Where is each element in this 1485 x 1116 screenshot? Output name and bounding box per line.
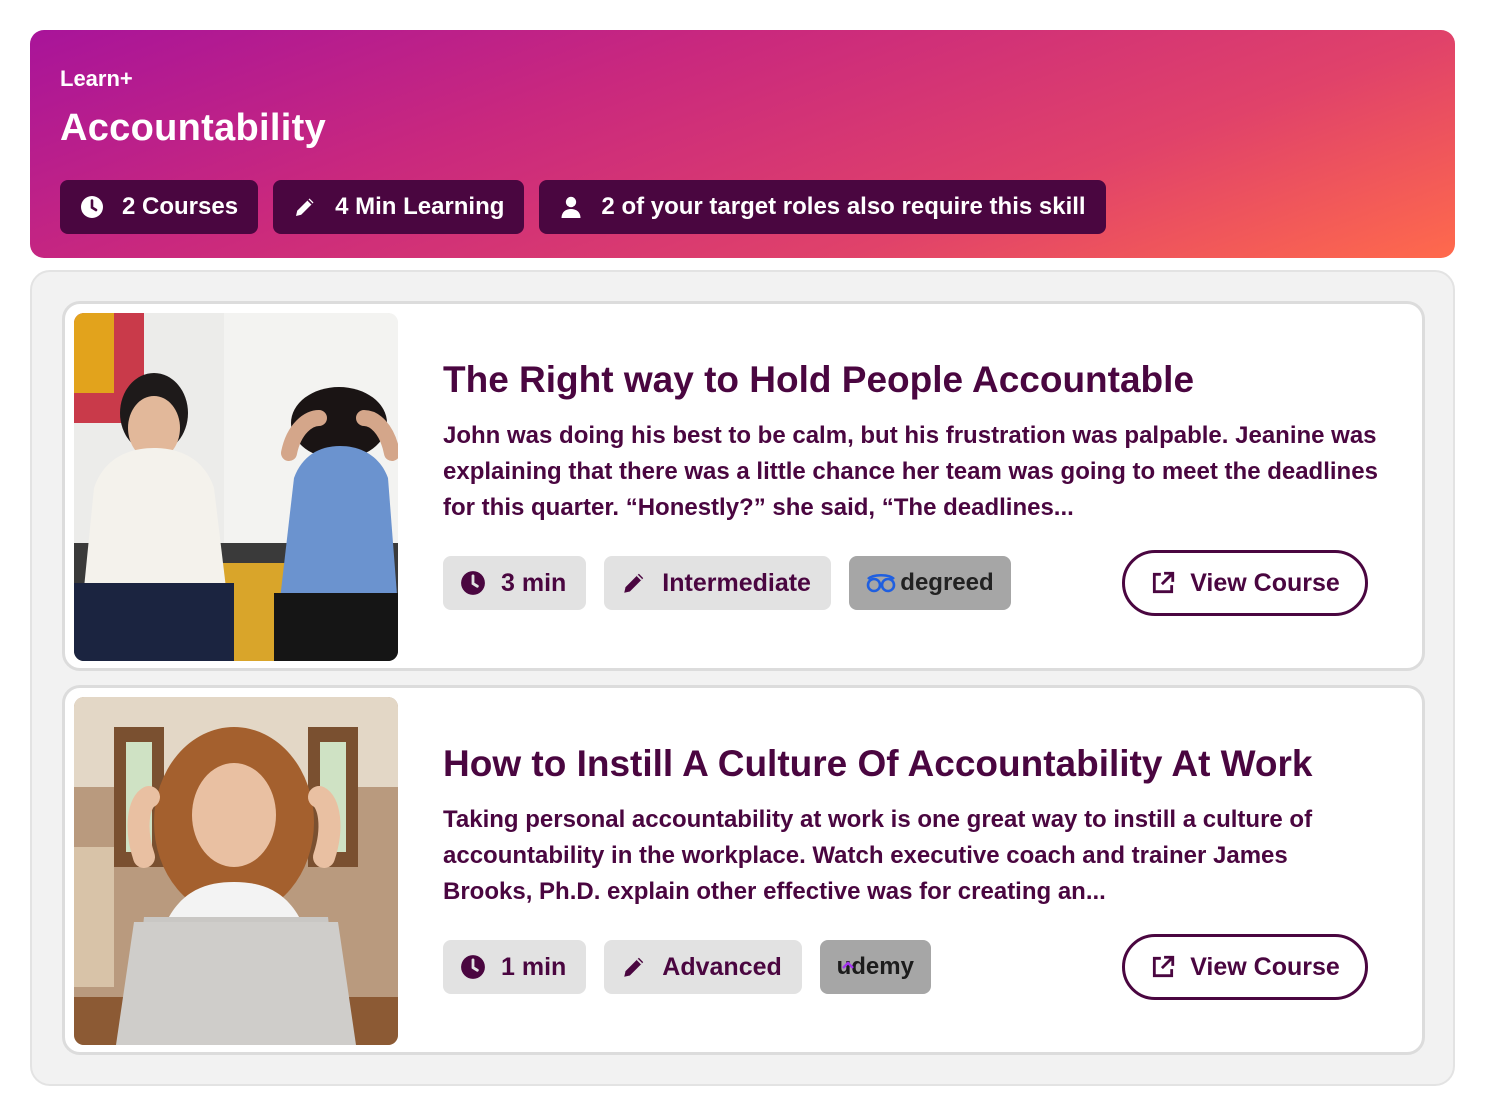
view-course-label: View Course	[1190, 952, 1340, 981]
degreed-logo-icon	[866, 573, 896, 593]
course-list: The Right way to Hold People Accountable…	[30, 270, 1455, 1086]
skill-title: Accountability	[60, 107, 327, 149]
duration-tag: 3 min	[443, 556, 587, 610]
course-card: The Right way to Hold People Accountable…	[62, 301, 1425, 671]
learning-time-pill: 4 Min Learning	[273, 180, 525, 234]
external-link-icon	[1150, 954, 1176, 980]
duration-label: 3 min	[501, 568, 567, 597]
provider-badge-degreed: degreed	[848, 556, 1011, 610]
level-tag: Advanced	[604, 940, 802, 994]
duration-label: 1 min	[501, 952, 567, 981]
target-roles-label: 2 of your target roles also require this…	[601, 193, 1086, 220]
clock-icon	[459, 953, 487, 981]
courses-count-pill: 2 Courses	[60, 180, 259, 234]
pencil-icon	[620, 569, 648, 597]
provider-name: degreed	[900, 569, 994, 596]
course-thumbnail	[74, 313, 398, 661]
level-label: Advanced	[662, 952, 782, 981]
course-thumbnail	[74, 697, 398, 1045]
udemy-logo-icon	[841, 948, 854, 976]
eyebrow-label: Learn+	[60, 66, 133, 91]
skill-stats: 2 Courses 4 Min Learning 2 of your targe…	[60, 180, 1425, 234]
user-icon	[557, 193, 585, 221]
pencil-icon	[291, 193, 319, 221]
courses-count-label: 2 Courses	[122, 193, 239, 220]
view-course-label: View Course	[1190, 568, 1340, 597]
course-card: How to Instill A Culture Of Accountabili…	[62, 685, 1425, 1055]
course-description: Taking personal accountability at work i…	[443, 806, 1313, 905]
course-description: John was doing his best to be calm, but …	[443, 422, 1378, 521]
duration-tag: 1 min	[443, 940, 587, 994]
learning-time-label: 4 Min Learning	[335, 193, 505, 220]
level-tag: Intermediate	[604, 556, 831, 610]
course-title: The Right way to Hold People Accountable	[443, 359, 1195, 400]
level-label: Intermediate	[662, 568, 811, 597]
view-course-button[interactable]: View Course	[1122, 934, 1368, 1000]
course-meta: 1 min Advanced udemy	[443, 940, 931, 994]
clock-icon	[78, 193, 106, 221]
skill-header: Learn+ Accountability 2 Courses 4 Min Le…	[30, 30, 1455, 258]
provider-badge-udemy: udemy	[819, 940, 931, 994]
course-title: How to Instill A Culture Of Accountabili…	[443, 743, 1313, 784]
target-roles-pill: 2 of your target roles also require this…	[539, 180, 1106, 234]
external-link-icon	[1150, 570, 1176, 596]
view-course-button[interactable]: View Course	[1122, 550, 1368, 616]
pencil-icon	[620, 953, 648, 981]
clock-icon	[459, 569, 487, 597]
course-meta: 3 min Intermediate degreed	[443, 556, 1011, 610]
